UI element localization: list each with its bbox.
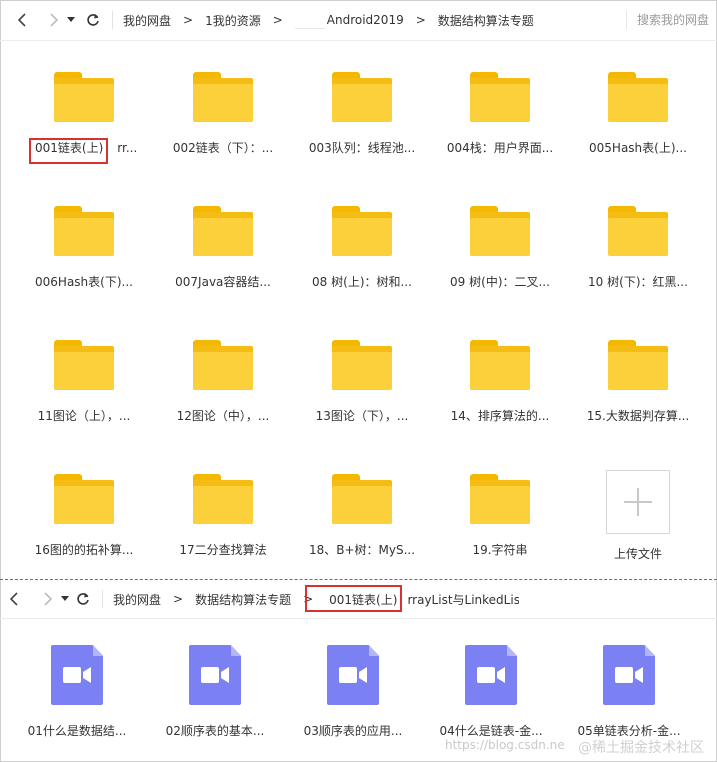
folder-label: 17二分查找算法	[179, 543, 267, 557]
folder-icon	[54, 340, 114, 390]
folder-icon	[193, 72, 253, 122]
folder-item[interactable]: 006Hash表(下)...	[19, 206, 149, 290]
folder-item[interactable]: 11图论（上），...	[19, 340, 149, 424]
folder-item[interactable]: 17二分查找算法	[158, 474, 288, 558]
video-item[interactable]: 04什么是链表-金...	[426, 645, 556, 739]
folder-label: rr...	[117, 141, 138, 155]
video-label: 03顺序表的应用...	[303, 724, 403, 738]
folder-icon	[54, 474, 114, 524]
folder-icon	[193, 474, 253, 524]
crumb-ds-algo[interactable]: 数据结构算法专题	[195, 591, 291, 608]
folder-item[interactable]: 005Hash表(上)...	[573, 72, 703, 156]
search-input[interactable]: 搜索我的网盘	[625, 11, 709, 29]
folder-label: 19.字符串	[472, 543, 528, 557]
folder-item[interactable]: 10 树(下)：红黑...	[573, 206, 703, 290]
folder-label: 13图论（下），...	[315, 409, 409, 423]
folder-item[interactable]: 08 树(上)：树和...	[297, 206, 427, 290]
folder-label: 15.大数据判存算...	[586, 409, 690, 423]
refresh-icon[interactable]	[72, 588, 94, 610]
folder-label: 12图论（中），...	[176, 409, 270, 423]
folder-icon	[332, 206, 392, 256]
folder-icon	[470, 206, 530, 256]
folder-label: 14、排序算法的...	[450, 409, 550, 423]
folder-label: 18、B+树：MyS...	[308, 543, 416, 557]
folder-item[interactable]: 19.字符串	[435, 474, 565, 558]
folder-icon	[332, 340, 392, 390]
folder-item[interactable]: 13图论（下），...	[297, 340, 427, 424]
crumb-android2019[interactable]: Android2019	[327, 13, 404, 27]
folder-item[interactable]: 12图论（中），...	[158, 340, 288, 424]
folder-icon	[54, 206, 114, 256]
crumb-my-disk[interactable]: 我的网盘	[123, 12, 171, 29]
folder-label: 007Java容器结...	[175, 275, 271, 289]
folder-label: 08 树(上)：树和...	[312, 275, 412, 289]
folder-label: 09 树(中)：二叉...	[450, 275, 550, 289]
folder-label: 003队列：线程池...	[308, 141, 416, 155]
folder-icon	[54, 72, 114, 122]
folder-label: 004栈：用户界面...	[446, 141, 554, 155]
folder-item[interactable]: 003队列：线程池...	[297, 72, 427, 156]
crumb-separator: >	[415, 13, 426, 27]
folder-icon	[470, 474, 530, 524]
folder-icon	[193, 340, 253, 390]
folder-label: 11图论（上），...	[37, 409, 131, 423]
folder-item[interactable]: 15.大数据判存算...	[573, 340, 703, 424]
crumb-arraylist[interactable]: rrayList与LinkedList	[407, 591, 519, 608]
folder-item[interactable]: 18、B+树：MyS...	[297, 474, 427, 558]
video-item[interactable]: 01什么是数据结...	[12, 645, 142, 739]
folder-item[interactable]: 14、排序算法的...	[435, 340, 565, 424]
crumb-my-disk[interactable]: 我的网盘	[113, 591, 161, 608]
watermark-text: https://blog.csdn.ne	[445, 738, 565, 752]
folder-icon	[470, 340, 530, 390]
folder-icon	[332, 72, 392, 122]
plus-icon[interactable]	[606, 470, 670, 534]
folder-icon	[608, 72, 668, 122]
refresh-icon[interactable]	[82, 9, 104, 31]
dropdown-icon[interactable]	[58, 588, 72, 610]
video-icon	[327, 645, 379, 705]
folder-item[interactable]: 16图的的拓补算...	[19, 474, 149, 558]
back-icon[interactable]	[4, 588, 26, 610]
folder-icon	[470, 72, 530, 122]
back-icon[interactable]	[12, 9, 34, 31]
highlight-box	[29, 138, 108, 164]
crumb-blank	[294, 12, 325, 29]
upload-button[interactable]: 上传文件	[573, 470, 703, 562]
video-label: 04什么是链表-金...	[439, 724, 543, 738]
dropdown-icon[interactable]	[64, 9, 78, 31]
video-item[interactable]: 03顺序表的应用...	[288, 645, 418, 739]
forward-icon[interactable]	[36, 588, 58, 610]
folder-icon	[608, 340, 668, 390]
folder-icon	[608, 206, 668, 256]
crumb-separator: >	[173, 592, 184, 606]
folder-item[interactable]: 002链表（下）：...	[158, 72, 288, 156]
video-label: 02顺序表的基本...	[165, 724, 265, 738]
folder-icon	[332, 474, 392, 524]
crumb-ds-algo[interactable]: 数据结构算法专题	[438, 12, 534, 29]
crumb-separator: >	[272, 13, 283, 27]
top-toolbar: 我的网盘 > 1我的资源 > Android2019 > 数据结构算法专题 搜索…	[0, 0, 717, 41]
folder-icon	[193, 206, 253, 256]
folder-label: 16图的的拓补算...	[34, 543, 134, 557]
video-label: 01什么是数据结...	[27, 724, 127, 738]
video-icon	[603, 645, 655, 705]
video-icon	[51, 645, 103, 705]
crumb-separator: >	[183, 13, 194, 27]
highlight-box	[305, 585, 402, 612]
video-item[interactable]: 02顺序表的基本...	[150, 645, 280, 739]
upload-label: 上传文件	[613, 547, 662, 561]
folder-label: 002链表（下）：...	[172, 141, 274, 155]
crumb-my-resources[interactable]: 1我的资源	[205, 12, 261, 29]
watermark-text: @稀土掘金技术社区	[578, 740, 704, 756]
video-icon	[465, 645, 517, 705]
video-icon	[189, 645, 241, 705]
folder-item[interactable]: 004栈：用户界面...	[435, 72, 565, 156]
folder-label: 005Hash表(上)...	[589, 141, 687, 155]
folder-label: 10 树(下)：红黑...	[588, 275, 688, 289]
video-item[interactable]: 05单链表分析-金...	[564, 645, 694, 739]
folder-item[interactable]: 09 树(中)：二叉...	[435, 206, 565, 290]
folder-item[interactable]: 007Java容器结...	[158, 206, 288, 290]
folder-label: 006Hash表(下)...	[35, 275, 133, 289]
forward-icon[interactable]	[42, 9, 64, 31]
